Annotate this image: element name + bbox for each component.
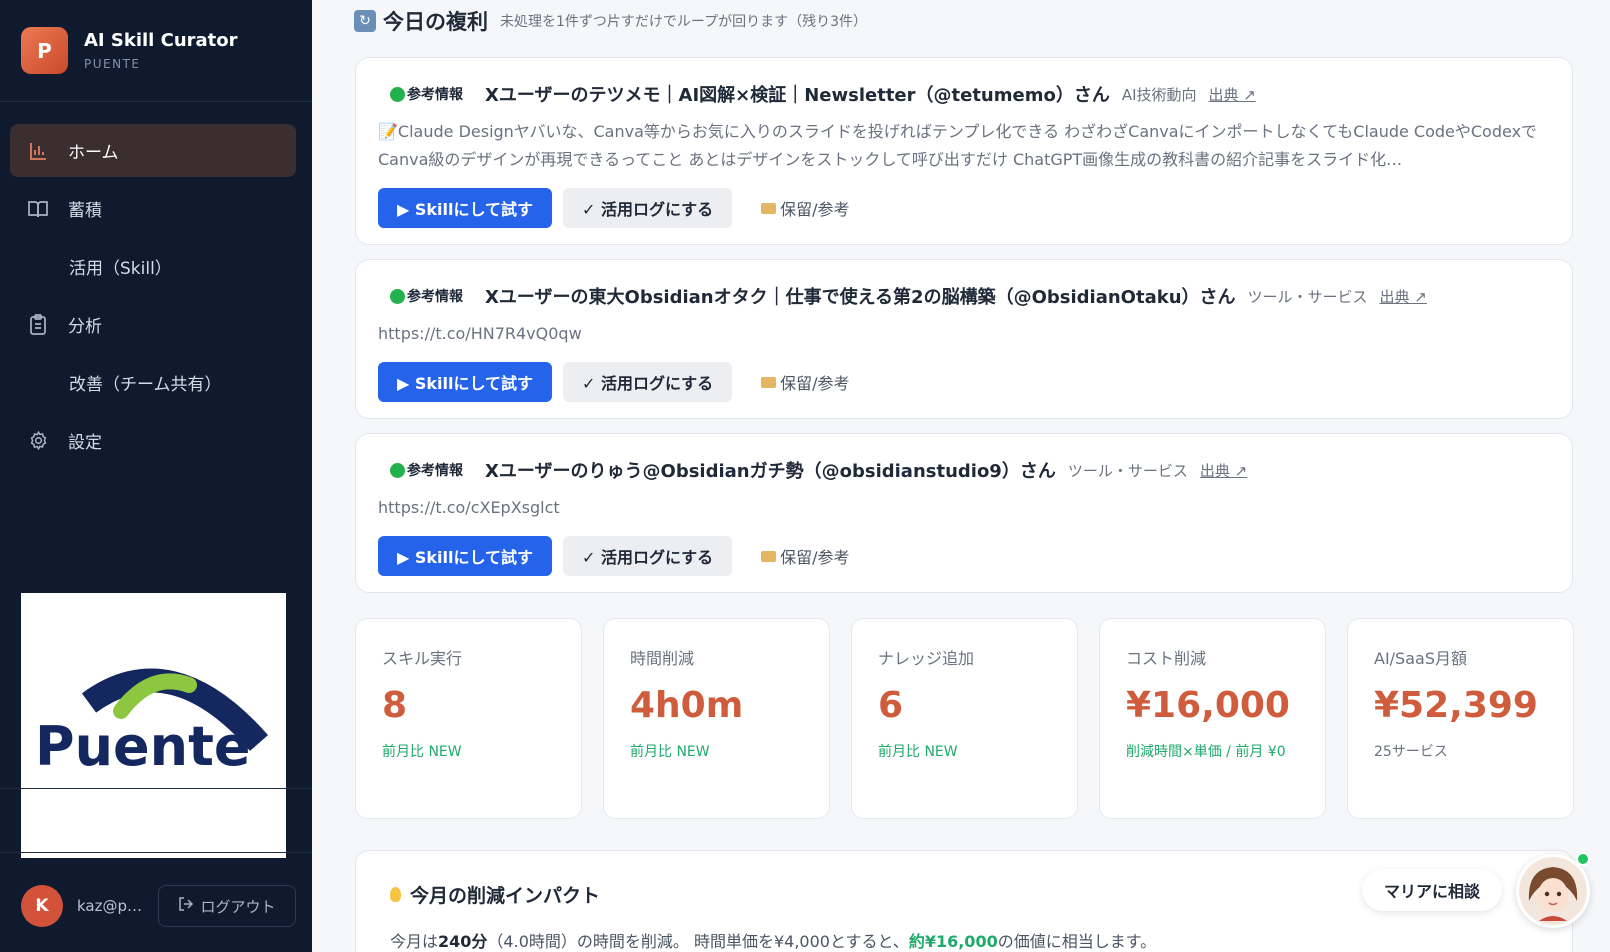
item-title: Xユーザーのテツメモ｜AI図解×検証｜Newsletter（@tetumemo）… [485, 85, 1110, 106]
source-link[interactable]: 出典 ↗ [1209, 84, 1256, 105]
sidebar-item-label: 改善（チーム共有） [69, 375, 222, 395]
gear-icon [27, 430, 49, 452]
item-category: ツール・サービス [1067, 461, 1188, 480]
stat-note: 25サービス [1374, 744, 1448, 760]
stat-value: 4h0m [630, 685, 744, 726]
sidebar-item-label: 蓄積 [68, 201, 102, 221]
stat-card-saas-monthly: AI/SaaS月額 ¥52,399 25サービス [1347, 618, 1574, 819]
green-dot-icon [390, 288, 405, 304]
stat-value: 6 [878, 685, 904, 726]
sidebar-item-improve[interactable]: 改善（チーム共有） [10, 356, 296, 409]
item-body[interactable]: https://t.co/HN7R4vQ0qw [378, 320, 1538, 348]
hold-button[interactable]: 保留/参考 [761, 370, 850, 394]
stat-label: スキル実行 [382, 649, 463, 668]
folder-icon [761, 202, 777, 214]
item-category: ツール・サービス [1247, 287, 1368, 306]
stat-value: ¥16,000 [1126, 685, 1290, 726]
stat-label: AI/SaaS月額 [1374, 649, 1467, 668]
loop-icon: ↻ [354, 10, 376, 32]
folder-icon [761, 376, 777, 388]
clipboard-icon [27, 314, 49, 336]
item-card: 参考情報 Xユーザーのりゅう@Obsidianガチ勢（@obsidianstud… [355, 433, 1573, 593]
stat-card-skill-runs: スキル実行 8 前月比 NEW [355, 618, 582, 819]
try-skill-button[interactable]: ▶ Skillにして試す [378, 362, 553, 402]
source-link[interactable]: 出典 ↗ [1200, 460, 1247, 481]
stat-note: 前月比 NEW [382, 744, 462, 760]
impact-value: 約¥16,000 [908, 932, 998, 951]
try-skill-button[interactable]: ▶ Skillにして試す [378, 188, 553, 228]
puente-logo: Puente [21, 593, 286, 858]
hold-label: 保留/参考 [780, 548, 850, 567]
impact-text: 今月は240分（4.0時間）の時間を削減。 時間単価を¥4,000とすると、約¥… [390, 932, 1157, 951]
sidebar-item-label: 活用（Skill） [69, 259, 172, 279]
item-body: 📝Claude Designヤバいな、Canva等からお気に入りのスライドを投げ… [378, 122, 1538, 169]
item-tag: 参考情報 [407, 289, 463, 305]
app-name: AI Skill Curator [84, 30, 238, 51]
log-button[interactable]: ✓ 活用ログにする [563, 536, 733, 576]
log-button[interactable]: ✓ 活用ログにする [563, 188, 733, 228]
stat-note: 前月比 NEW [878, 744, 958, 760]
item-tag: 参考情報 [407, 463, 463, 479]
sidebar-item-analysis[interactable]: 分析 [10, 298, 296, 351]
avatar[interactable]: K [21, 885, 63, 927]
book-icon [27, 198, 49, 220]
section-subtitle: 未処理を1件ずつ片すだけでループが回ります（残り3件） [500, 14, 867, 30]
hold-label: 保留/参考 [780, 200, 850, 219]
logout-label: ログアウト [200, 897, 276, 916]
hold-button[interactable]: 保留/参考 [761, 544, 850, 568]
stat-label: コスト削減 [1126, 649, 1207, 668]
chart-icon [27, 140, 49, 162]
sidebar: P AI Skill Curator PUENTE ホーム 蓄積 活用（Skil… [0, 0, 312, 952]
stat-card-cost-saved: コスト削減 ¥16,000 削減時間×単価 / 前月 ¥0 [1099, 618, 1326, 819]
stat-note: 前月比 NEW [630, 744, 710, 760]
brand-logo[interactable]: P [21, 27, 68, 74]
sidebar-item-label: 設定 [68, 433, 102, 453]
try-skill-button[interactable]: ▶ Skillにして試す [378, 536, 553, 576]
brand: P AI Skill Curator PUENTE [0, 0, 312, 102]
stat-label: ナレッジ追加 [878, 649, 975, 668]
sidebar-nav: ホーム 蓄積 活用（Skill） 分析 改善（チーム共有） 設定 [0, 102, 312, 467]
sidebar-item-home[interactable]: ホーム [10, 124, 296, 177]
consult-maria-button[interactable]: マリアに相談 [1362, 869, 1502, 911]
item-body[interactable]: https://t.co/cXEpXsglct [378, 494, 1538, 522]
logout-button[interactable]: ログアウト [158, 885, 296, 927]
folder-icon [761, 550, 777, 562]
hold-label: 保留/参考 [780, 374, 850, 393]
online-status-indicator [1576, 852, 1590, 866]
stat-card-time-saved: 時間削減 4h0m 前月比 NEW [603, 618, 830, 819]
item-card: 参考情報 Xユーザーの東大Obsidianオタク｜仕事で使える第2の脳構築（@O… [355, 259, 1573, 419]
log-button[interactable]: ✓ 活用ログにする [563, 362, 733, 402]
main-content: ↻ 今日の複利 未処理を1件ずつ片すだけでループが回ります（残り3件） 参考情報… [312, 0, 1610, 952]
impact-minutes: 240分 [438, 932, 488, 951]
source-link[interactable]: 出典 ↗ [1380, 286, 1427, 307]
sidebar-item-accumulate[interactable]: 蓄積 [10, 182, 296, 235]
green-dot-icon [390, 462, 405, 478]
item-category: AI技術動向 [1121, 85, 1197, 104]
section-header: ↻ 今日の複利 未処理を1件ずつ片すだけでループが回ります（残り3件） [354, 6, 867, 36]
sidebar-item-skill[interactable]: 活用（Skill） [10, 240, 296, 293]
item-card: 参考情報 Xユーザーのテツメモ｜AI図解×検証｜Newsletter（@tetu… [355, 57, 1573, 245]
logout-icon [178, 896, 194, 916]
stat-note: 削減時間×単価 / 前月 ¥0 [1126, 744, 1286, 760]
stat-label: 時間削減 [630, 649, 695, 668]
svg-text:Puente: Puente [35, 715, 251, 778]
hold-button[interactable]: 保留/参考 [761, 196, 850, 220]
sidebar-item-settings[interactable]: 設定 [10, 414, 296, 467]
item-title: Xユーザーの東大Obsidianオタク｜仕事で使える第2の脳構築（@Obsidi… [485, 287, 1236, 308]
sidebar-item-label: 分析 [68, 317, 102, 337]
user-email: kaz@p… [77, 897, 143, 915]
item-tag: 参考情報 [407, 87, 463, 103]
stat-value: ¥52,399 [1374, 685, 1538, 726]
green-dot-icon [390, 86, 405, 102]
app-subtitle: PUENTE [84, 57, 141, 71]
impact-title: 今月の削減インパクト [410, 885, 601, 907]
section-title: 今日の複利 [383, 10, 488, 34]
lightbulb-icon [390, 887, 401, 902]
stat-value: 8 [382, 685, 408, 726]
sidebar-item-label: ホーム [68, 143, 119, 163]
stat-card-knowledge: ナレッジ追加 6 前月比 NEW [851, 618, 1078, 819]
item-title: Xユーザーのりゅう@Obsidianガチ勢（@obsidianstudio9）さ… [485, 461, 1056, 482]
